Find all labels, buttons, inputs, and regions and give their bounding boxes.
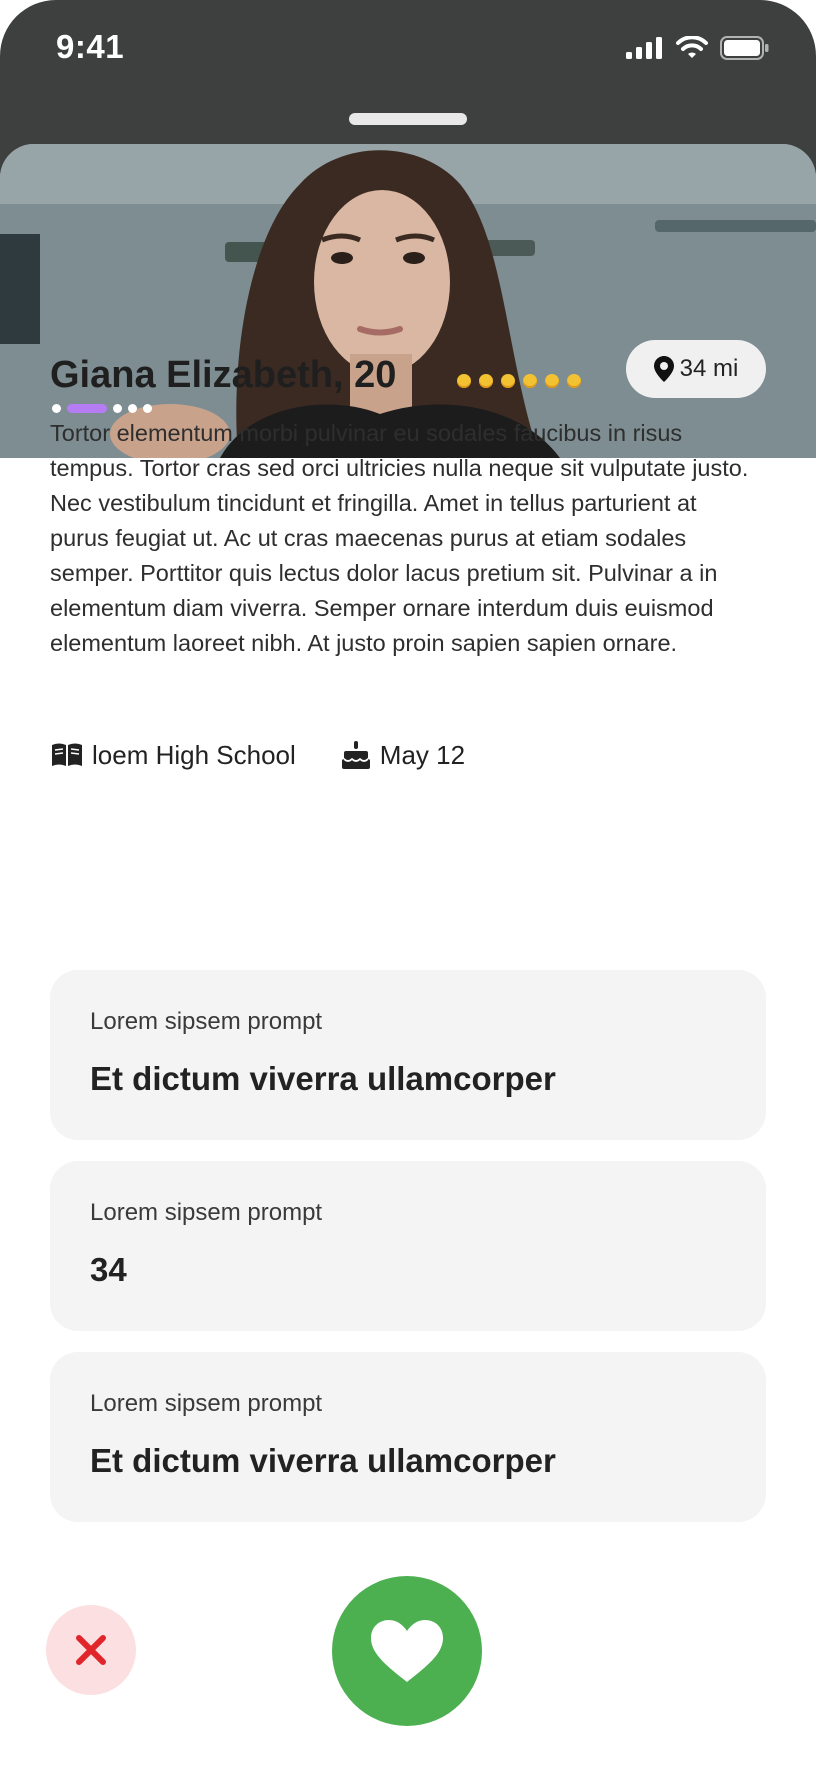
prompt-label: Lorem sipsem prompt	[90, 1008, 323, 1035]
profile-photo[interactable]	[0, 144, 816, 458]
birthday-info: May 12	[340, 739, 465, 771]
location-pin-icon	[653, 356, 674, 382]
wifi-icon	[676, 36, 708, 58]
distance-text: 34 mi	[679, 355, 739, 382]
status-icons	[626, 36, 770, 60]
emoji-icon	[501, 374, 515, 388]
emoji-row	[457, 374, 581, 388]
close-icon	[76, 1635, 106, 1665]
reject-button[interactable]	[46, 1605, 136, 1695]
name-row: Giana Elizabeth, 20 34 mi	[50, 340, 766, 410]
distance-badge: 34 mi	[626, 340, 766, 398]
school-text: loem High School	[92, 739, 296, 770]
birthday-text: May 12	[379, 739, 466, 770]
profile-name-age: Giana Elizabeth, 20	[50, 354, 397, 396]
prompt-card[interactable]: Lorem sipsem prompt 34	[50, 1161, 766, 1331]
profile-details: Giana Elizabeth, 20 34 mi Tortor element…	[50, 340, 766, 770]
phone-screen: 9:41 Giana Elizabeth, 20 34 mi Tortor el…	[0, 0, 816, 1768]
prompt-answer: Et dictum viverra ullamcorper	[90, 1060, 556, 1097]
school-info: loem High School	[50, 740, 296, 771]
profile-bio: Tortor elementum morbi pulvinar eu sodal…	[50, 420, 749, 656]
book-icon	[52, 743, 82, 766]
prompt-answer: Et dictum viverra ullamcorper	[90, 1442, 556, 1479]
battery-icon	[720, 36, 769, 60]
heart-icon	[371, 1620, 443, 1682]
like-button[interactable]	[332, 1576, 482, 1726]
prompt-label: Lorem sipsem prompt	[90, 1390, 323, 1417]
emoji-icon	[545, 374, 559, 388]
prompt-card[interactable]: Lorem sipsem prompt Et dictum viverra ul…	[50, 1352, 766, 1522]
emoji-icon	[567, 374, 581, 388]
prompt-card[interactable]: Lorem sipsem prompt Et dictum viverra ul…	[50, 970, 766, 1140]
emoji-icon	[457, 374, 471, 388]
prompt-answer: 34	[90, 1251, 127, 1288]
sheet-drag-handle[interactable]	[349, 113, 467, 125]
emoji-icon	[479, 374, 493, 388]
cellular-signal-icon	[626, 37, 662, 59]
birthday-cake-icon	[341, 741, 370, 769]
profile-meta-row: loem High School May 12	[50, 735, 465, 775]
prompt-label: Lorem sipsem prompt	[90, 1199, 323, 1226]
status-bar: 9:41	[0, 0, 816, 100]
emoji-icon	[523, 374, 537, 388]
status-time: 9:41	[56, 28, 125, 65]
